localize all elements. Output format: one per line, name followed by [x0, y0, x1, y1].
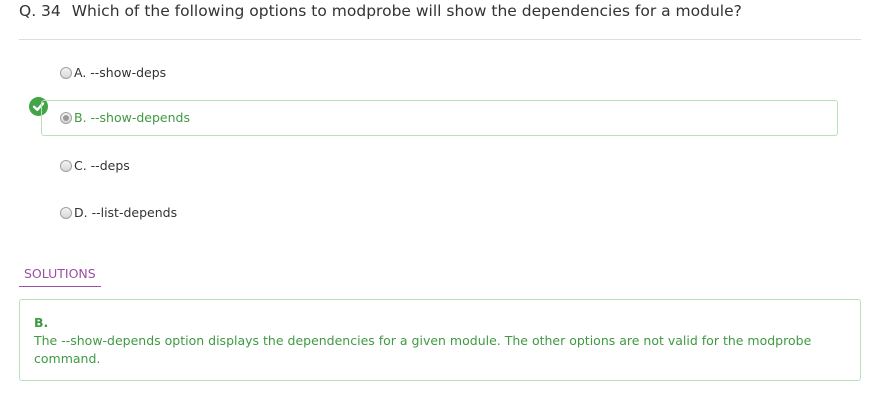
option-b-label: B. --show-depends: [74, 110, 190, 125]
question-text: Which of the following options to modpro…: [71, 2, 742, 20]
option-a[interactable]: A. --show-deps: [41, 55, 838, 91]
option-b-radio[interactable]: [60, 112, 72, 124]
option-a-label: A. --show-deps: [74, 65, 167, 80]
option-d-label: D. --list-depends: [74, 205, 178, 220]
option-c-label: C. --deps: [74, 158, 130, 173]
option-d[interactable]: D. --list-depends: [41, 195, 838, 231]
solutions-tab-label: SOLUTIONS: [24, 266, 96, 281]
solution-panel: B. The --show-depends option displays th…: [19, 299, 861, 381]
option-d-radio[interactable]: [60, 207, 72, 219]
solution-explanation: The --show-depends option displays the d…: [34, 333, 812, 366]
question-heading: Q. 34 Which of the following options to …: [19, 2, 742, 20]
option-b[interactable]: B. --show-depends: [41, 100, 838, 136]
option-c-radio[interactable]: [60, 160, 72, 172]
question-number: Q. 34: [19, 2, 61, 20]
solutions-tab[interactable]: SOLUTIONS: [19, 266, 101, 287]
option-a-radio[interactable]: [60, 67, 72, 79]
option-c[interactable]: C. --deps: [41, 148, 838, 184]
solution-answer: B.: [34, 315, 49, 330]
divider: [19, 39, 861, 40]
